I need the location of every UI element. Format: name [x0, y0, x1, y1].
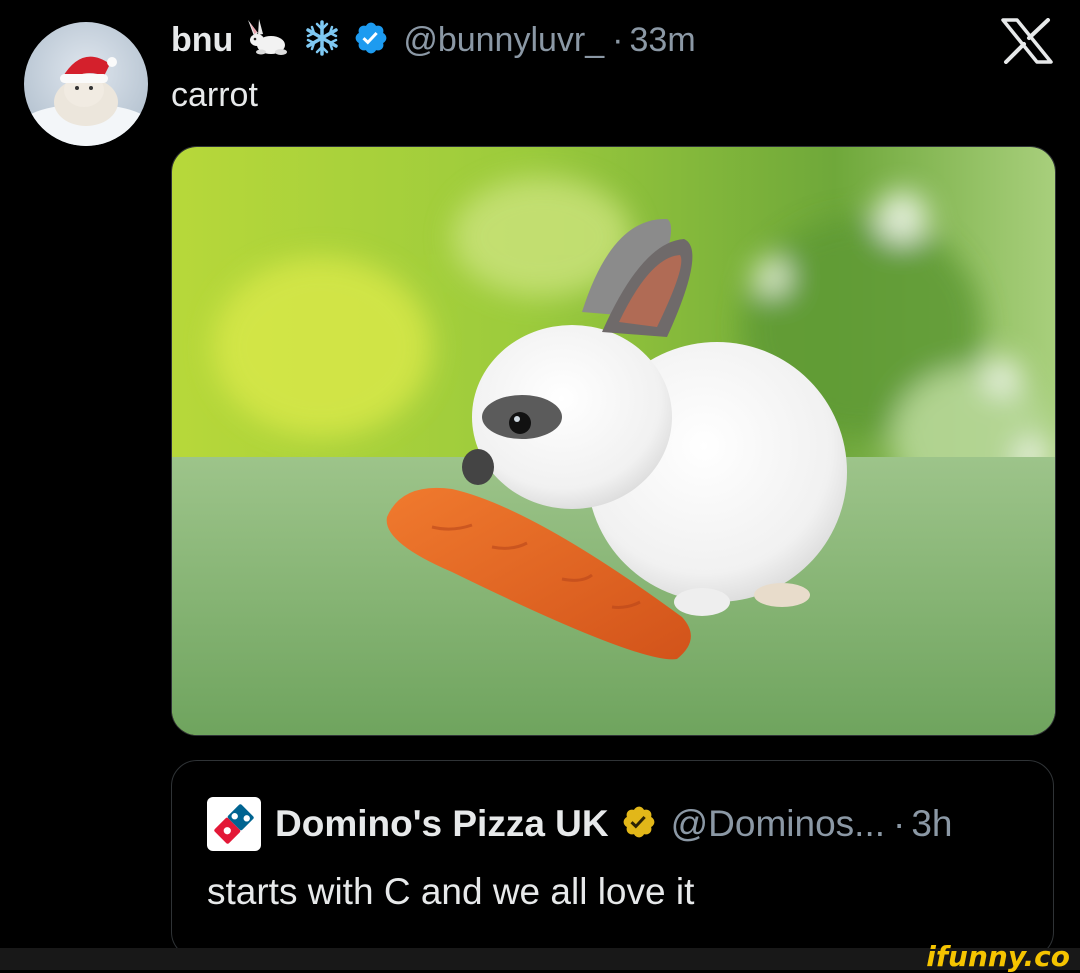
dominos-logo-avatar[interactable] — [207, 797, 261, 851]
user-avatar[interactable] — [24, 22, 148, 146]
quoted-tweet-text: starts with C and we all love it — [207, 871, 695, 912]
quoted-display-name[interactable]: Domino's Pizza UK — [275, 803, 609, 845]
footer-bar — [0, 948, 1080, 970]
tweet-header: bnu @bunnyluvr_ · 33m — [171, 16, 696, 64]
snowflake-emoji-icon — [303, 19, 341, 62]
quoted-dot-separator: · — [893, 803, 906, 844]
x-logo-icon — [1000, 18, 1054, 64]
rabbit-emoji-icon — [245, 18, 291, 63]
avatar-bunny-santa-image — [24, 56, 148, 146]
dot-separator: · — [612, 20, 624, 59]
quoted-tweet-header: Domino's Pizza UK @Dominos... · 3h — [207, 795, 953, 853]
gold-verified-badge-icon[interactable] — [621, 804, 657, 845]
quoted-handle[interactable]: @Dominos... — [671, 803, 885, 845]
ifunny-watermark: ifunny.co — [926, 940, 1070, 973]
tweet-media-image[interactable] — [171, 146, 1056, 736]
quoted-tweet-card[interactable]: Domino's Pizza UK @Dominos... · 3h start… — [171, 760, 1054, 958]
verified-badge-icon[interactable] — [353, 20, 389, 61]
user-handle[interactable]: @bunnyluvr_ — [403, 21, 604, 60]
quoted-tweet-time[interactable]: 3h — [911, 803, 952, 845]
tweet-time[interactable]: 33m — [630, 21, 696, 60]
display-name[interactable]: bnu — [171, 21, 233, 60]
bunny-eating-carrot-photo — [172, 147, 1055, 735]
tweet-text: carrot — [171, 76, 258, 114]
